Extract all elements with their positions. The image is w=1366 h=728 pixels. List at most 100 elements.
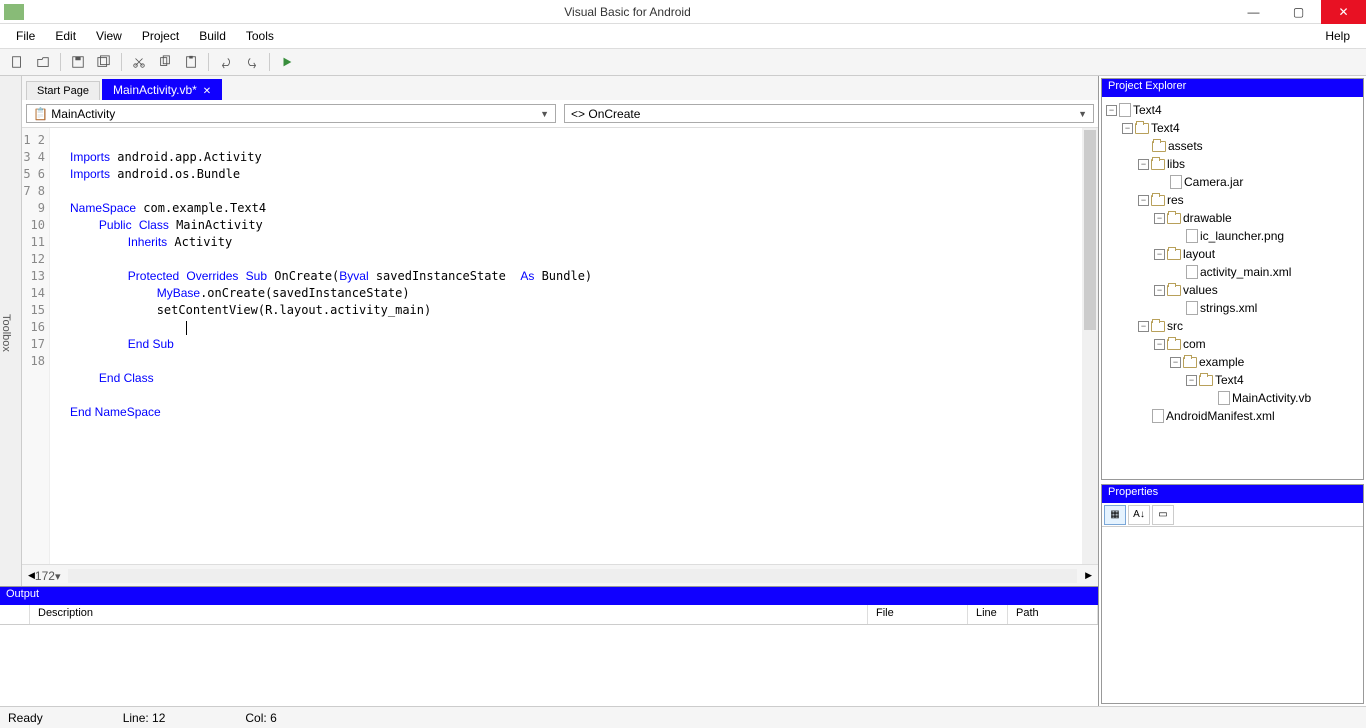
copy-button[interactable] — [154, 51, 176, 73]
tree-values[interactable]: −values — [1104, 281, 1361, 299]
status-col: Col: 6 — [245, 711, 276, 725]
save-all-button[interactable] — [93, 51, 115, 73]
menu-project[interactable]: Project — [134, 27, 187, 45]
menu-help[interactable]: Help — [1317, 27, 1358, 45]
menu-bar: File Edit View Project Build Tools Help — [0, 24, 1366, 48]
folder-icon — [1151, 195, 1165, 206]
tree-src[interactable]: −src — [1104, 317, 1361, 335]
col-line[interactable]: Line — [968, 605, 1008, 624]
menu-view[interactable]: View — [88, 27, 130, 45]
paste-button[interactable] — [180, 51, 202, 73]
output-title: Output — [0, 587, 1098, 605]
horizontal-scrollbar[interactable] — [68, 569, 1077, 583]
folder-icon — [1167, 285, 1181, 296]
menu-edit[interactable]: Edit — [47, 27, 84, 45]
folder-icon — [1151, 159, 1165, 170]
tree-camera-jar[interactable]: Camera.jar — [1104, 173, 1361, 191]
tree-manifest[interactable]: AndroidManifest.xml — [1104, 407, 1361, 425]
line-gutter: 1 2 3 4 5 6 7 8 9 10 11 12 13 14 15 16 1… — [22, 128, 50, 564]
title-bar: Visual Basic for Android — ▢ ✕ — [0, 0, 1366, 24]
properties-title: Properties — [1102, 485, 1363, 503]
class-selector[interactable]: 📋 MainActivity▼ — [26, 104, 556, 123]
menu-file[interactable]: File — [8, 27, 43, 45]
folder-icon — [1152, 141, 1166, 152]
tree-res[interactable]: −res — [1104, 191, 1361, 209]
save-button[interactable] — [67, 51, 89, 73]
tree-label: libs — [1167, 157, 1185, 171]
tree-assets[interactable]: assets — [1104, 137, 1361, 155]
file-icon — [1218, 391, 1230, 405]
props-pages-button[interactable]: ▭ — [1152, 505, 1174, 525]
redo-button[interactable] — [241, 51, 263, 73]
menu-build[interactable]: Build — [191, 27, 234, 45]
chevron-down-icon: ▼ — [540, 109, 549, 119]
toolbox-tab[interactable]: Toolbox — [0, 76, 22, 586]
toolbar — [0, 48, 1366, 76]
close-button[interactable]: ✕ — [1321, 0, 1366, 24]
tree-text4-pkg[interactable]: −Text4 — [1104, 371, 1361, 389]
folder-icon — [1183, 357, 1197, 368]
file-icon — [1186, 301, 1198, 315]
status-ready: Ready — [8, 711, 43, 725]
run-button[interactable] — [276, 51, 298, 73]
project-explorer-title: Project Explorer — [1102, 79, 1363, 97]
file-icon — [1186, 229, 1198, 243]
col-description[interactable]: Description — [30, 605, 868, 624]
tree-label: layout — [1183, 247, 1215, 261]
tree-launcher[interactable]: ic_launcher.png — [1104, 227, 1361, 245]
window-title: Visual Basic for Android — [24, 5, 1231, 19]
tree-label: example — [1199, 355, 1244, 369]
minimize-button[interactable]: — — [1231, 0, 1276, 24]
tree-layout[interactable]: −layout — [1104, 245, 1361, 263]
tab-start-page[interactable]: Start Page — [26, 81, 100, 100]
status-line: Line: 12 — [123, 711, 166, 725]
undo-button[interactable] — [215, 51, 237, 73]
tree-root[interactable]: −Text4 — [1104, 101, 1361, 119]
menu-tools[interactable]: Tools — [238, 27, 282, 45]
tree-example[interactable]: −example — [1104, 353, 1361, 371]
props-categorized-button[interactable]: ▦ — [1104, 505, 1126, 525]
props-alpha-button[interactable]: A↓ — [1128, 505, 1150, 525]
tree-label: drawable — [1183, 211, 1232, 225]
tree-label: AndroidManifest.xml — [1166, 409, 1275, 423]
folder-icon — [1135, 123, 1149, 134]
maximize-button[interactable]: ▢ — [1276, 0, 1321, 24]
vertical-scrollbar[interactable] — [1082, 128, 1098, 564]
tree-project[interactable]: −Text4 — [1104, 119, 1361, 137]
tree-label: ic_launcher.png — [1200, 229, 1284, 243]
new-file-button[interactable] — [6, 51, 28, 73]
tree-mainactivity-vb[interactable]: MainActivity.vb — [1104, 389, 1361, 407]
properties-panel: Properties ▦ A↓ ▭ — [1101, 484, 1364, 704]
col-file[interactable]: File — [868, 605, 968, 624]
tree-com[interactable]: −com — [1104, 335, 1361, 353]
open-button[interactable] — [32, 51, 54, 73]
tab-close-icon[interactable]: ✕ — [203, 86, 211, 97]
class-selector-value: MainActivity — [51, 107, 115, 121]
tree-activity-main[interactable]: activity_main.xml — [1104, 263, 1361, 281]
folder-icon — [1167, 249, 1181, 260]
tree-libs[interactable]: −libs — [1104, 155, 1361, 173]
folder-icon — [1199, 375, 1213, 386]
tab-main-activity[interactable]: MainActivity.vb*✕ — [102, 79, 222, 100]
tree-label: values — [1183, 283, 1218, 297]
file-icon — [1186, 265, 1198, 279]
tree-label: activity_main.xml — [1200, 265, 1291, 279]
tree-label: Text4 — [1215, 373, 1244, 387]
folder-icon — [1167, 213, 1181, 224]
file-icon — [1152, 409, 1164, 423]
tree-label: MainActivity.vb — [1232, 391, 1311, 405]
code-editor[interactable]: 1 2 3 4 5 6 7 8 9 10 11 12 13 14 15 16 1… — [22, 128, 1098, 564]
method-selector[interactable]: <> OnCreate▼ — [564, 104, 1094, 123]
tree-drawable[interactable]: −drawable — [1104, 209, 1361, 227]
tree-label: Text4 — [1133, 103, 1162, 117]
cut-button[interactable] — [128, 51, 150, 73]
properties-body — [1102, 527, 1363, 703]
chevron-down-icon: ▼ — [1078, 109, 1087, 119]
output-body — [0, 625, 1098, 706]
tree-strings[interactable]: strings.xml — [1104, 299, 1361, 317]
code-content[interactable]: Imports android.app.Activity Imports and… — [50, 128, 1098, 564]
col-path[interactable]: Path — [1008, 605, 1098, 624]
folder-icon — [1167, 339, 1181, 350]
tree-label: res — [1167, 193, 1184, 207]
tree-label: strings.xml — [1200, 301, 1257, 315]
